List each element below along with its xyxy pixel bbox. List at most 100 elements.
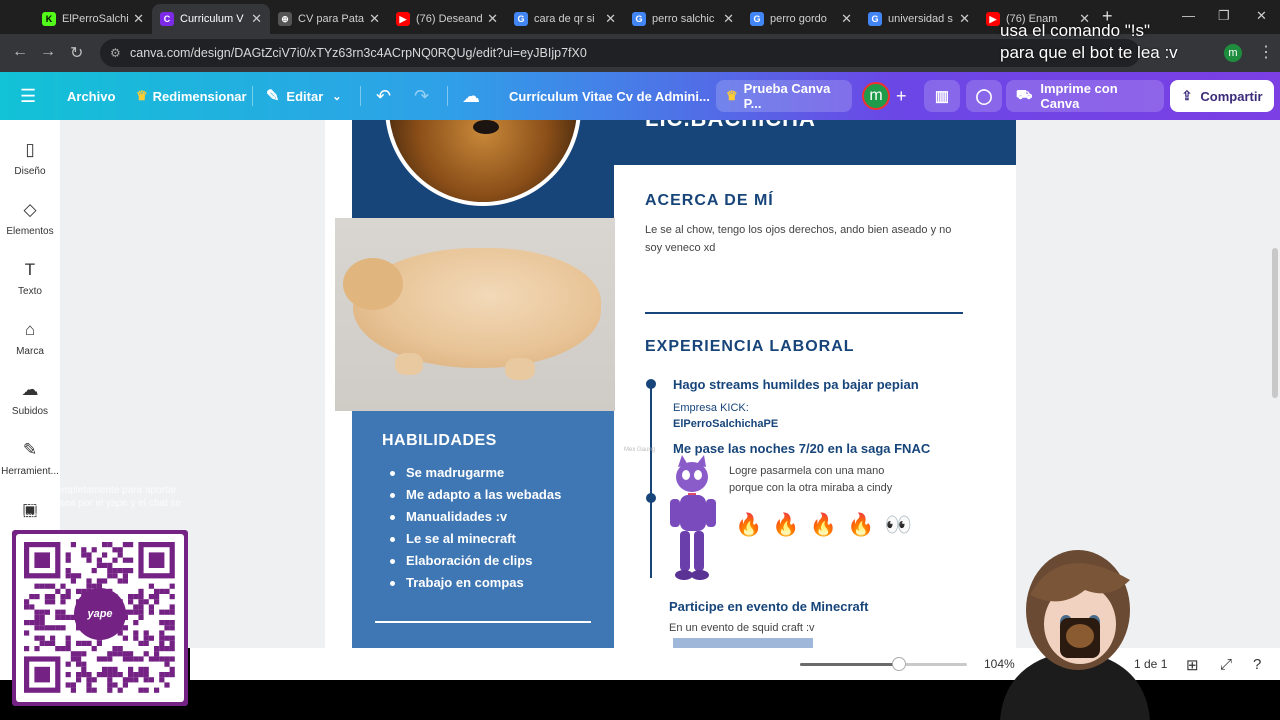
close-tab-icon[interactable]: ✕ bbox=[605, 11, 616, 27]
fire-emoji-row[interactable]: 🔥🔥🔥🔥👀 bbox=[735, 512, 922, 538]
qr-module bbox=[76, 656, 82, 662]
redo-icon[interactable]: ↷ bbox=[414, 72, 429, 120]
comment-icon[interactable]: ◯ bbox=[966, 80, 1002, 112]
browser-tab[interactable]: ▶ (76) Deseand ✕ bbox=[388, 4, 506, 34]
zoom-slider-handle[interactable] bbox=[891, 657, 906, 671]
qr-module bbox=[65, 552, 71, 558]
browser-tab[interactable]: K ElPerroSalchi ✕ bbox=[34, 4, 152, 34]
cv-name-heading[interactable]: LIC.BACHICHA bbox=[645, 120, 816, 132]
site-info-icon[interactable]: ⚙ bbox=[110, 39, 121, 67]
qr-module bbox=[65, 682, 71, 688]
hamburger-menu-icon[interactable]: ☰ bbox=[20, 72, 36, 120]
job-title[interactable]: Me pase las noches 7/20 en la saga FNAC bbox=[673, 441, 930, 456]
qr-module bbox=[65, 640, 71, 646]
back-icon[interactable]: ← bbox=[12, 43, 28, 61]
qr-module bbox=[24, 630, 30, 636]
qr-module bbox=[148, 604, 154, 610]
browser-tab[interactable]: G cara de qr si ✕ bbox=[506, 4, 624, 34]
kick-favicon-icon: K bbox=[42, 12, 56, 26]
share-button[interactable]: ⇪ Compartir bbox=[1170, 80, 1274, 112]
skills-heading[interactable]: HABILIDADES bbox=[382, 432, 497, 450]
sidebar-item-marca[interactable]: ⌂ Marca bbox=[0, 320, 60, 357]
close-tab-icon[interactable]: ✕ bbox=[959, 11, 970, 27]
close-window-icon[interactable]: ✕ bbox=[1256, 8, 1267, 24]
skills-list[interactable]: Se madrugarme Me adapto a las webadas Ma… bbox=[390, 462, 561, 594]
stream-command-overlay: usa el comando "!s" para que el bot te l… bbox=[1000, 20, 1178, 64]
minecraft-image[interactable] bbox=[673, 638, 813, 648]
qr-module bbox=[122, 568, 128, 574]
job-description[interactable]: Logre pasarmela con una mano porque con … bbox=[729, 463, 892, 497]
qr-module bbox=[60, 609, 66, 615]
collaborator-avatar[interactable]: m bbox=[862, 82, 890, 110]
archivo-button[interactable]: Archivo bbox=[67, 72, 115, 120]
job-title[interactable]: Participe en evento de Minecraft bbox=[669, 599, 868, 614]
job-company-label[interactable]: Empresa KICK: bbox=[673, 401, 749, 416]
qr-module bbox=[133, 620, 139, 626]
job-company[interactable]: ElPerroSalchichaPE bbox=[673, 417, 778, 432]
close-tab-icon[interactable]: ✕ bbox=[487, 11, 498, 27]
browser-tab[interactable]: ⊕ CV para Pata ✕ bbox=[270, 4, 388, 34]
qr-module bbox=[154, 646, 160, 652]
job-description[interactable]: En un evento de squid craft :v bbox=[669, 622, 815, 634]
sidebar-item-subidos[interactable]: ☁ Subidos bbox=[0, 380, 60, 417]
close-tab-icon[interactable]: ✕ bbox=[251, 11, 262, 27]
qr-module bbox=[96, 562, 102, 568]
editar-button[interactable]: ✎ Editar ⌄ bbox=[266, 72, 341, 120]
sidebar-item-diseno[interactable]: ▯ Diseño bbox=[0, 140, 60, 177]
about-heading[interactable]: ACERCA DE MÍ bbox=[645, 192, 774, 210]
cloud-saved-icon[interactable]: ☁ bbox=[462, 72, 480, 120]
redimensionar-button[interactable]: ♛ Redimensionar bbox=[136, 72, 247, 120]
grid-view-icon[interactable]: ⊞ bbox=[1186, 656, 1199, 674]
restore-icon[interactable]: ❐ bbox=[1218, 8, 1230, 24]
qr-module bbox=[29, 620, 35, 626]
browser-tab-active[interactable]: C Curriculum V ✕ bbox=[152, 4, 270, 34]
qr-module bbox=[70, 573, 76, 579]
browser-tab[interactable]: G universidad s ✕ bbox=[860, 4, 978, 34]
fullscreen-icon[interactable]: ⤢ bbox=[1220, 656, 1232, 673]
qr-module bbox=[122, 625, 128, 631]
undo-icon[interactable]: ↶ bbox=[376, 72, 391, 120]
canvas-scrollbar[interactable] bbox=[1272, 248, 1278, 398]
share-upload-icon: ⇪ bbox=[1181, 88, 1193, 103]
qr-module bbox=[117, 552, 123, 558]
qr-module bbox=[128, 568, 134, 574]
qr-module bbox=[143, 630, 149, 636]
profile-avatar[interactable]: m bbox=[1224, 44, 1242, 62]
qr-module bbox=[138, 609, 144, 615]
job-title[interactable]: Hago streams humildes pa bajar pepian bbox=[673, 377, 919, 392]
print-with-canva-button[interactable]: ⛟ Imprime con Canva bbox=[1006, 80, 1164, 112]
qr-module bbox=[70, 651, 76, 657]
minimize-icon[interactable]: — bbox=[1182, 8, 1195, 23]
close-tab-icon[interactable]: ✕ bbox=[841, 11, 852, 27]
close-tab-icon[interactable]: ✕ bbox=[723, 11, 734, 27]
close-tab-icon[interactable]: ✕ bbox=[369, 11, 380, 27]
browser-tab[interactable]: G perro gordo ✕ bbox=[742, 4, 860, 34]
experience-heading[interactable]: EXPERIENCIA LABORAL bbox=[645, 338, 855, 356]
help-icon[interactable]: ? bbox=[1253, 656, 1261, 673]
overlay-line: para que el bot te lea :v bbox=[1000, 43, 1178, 62]
fat-dog-photo[interactable] bbox=[335, 218, 615, 411]
qr-module bbox=[81, 666, 87, 672]
sidebar-item-elementos[interactable]: ◇ Elementos bbox=[0, 200, 60, 237]
forward-icon[interactable]: → bbox=[40, 43, 56, 61]
browser-menu-icon[interactable]: ⋮ bbox=[1258, 42, 1274, 62]
qr-module bbox=[44, 583, 50, 589]
sidebar-item-texto[interactable]: T Texto bbox=[0, 260, 60, 297]
sidebar-item-herramientas[interactable]: ✎ Herramient... bbox=[0, 440, 60, 477]
qr-module bbox=[60, 583, 66, 589]
insights-chart-icon[interactable]: ▥ bbox=[924, 80, 960, 112]
qr-module bbox=[164, 635, 170, 641]
canva-pro-trial-button[interactable]: ♛ Prueba Canva P... bbox=[716, 80, 852, 112]
qr-module bbox=[133, 635, 139, 641]
close-tab-icon[interactable]: ✕ bbox=[133, 11, 144, 27]
reload-icon[interactable]: ↻ bbox=[70, 43, 83, 63]
qr-module bbox=[117, 646, 123, 652]
document-title[interactable]: Currículum Vitae Cv de Admini... bbox=[509, 72, 710, 120]
purple-cat-character-sticker[interactable] bbox=[662, 455, 720, 581]
browser-tab[interactable]: G perro salchic ✕ bbox=[624, 4, 742, 34]
about-text[interactable]: Le se al chow, tengo los ojos derechos, … bbox=[645, 221, 970, 257]
qr-module bbox=[122, 578, 128, 584]
url-field[interactable]: ⚙ canva.com/design/DAGtZciV7i0/xTYz63rn3… bbox=[100, 39, 1140, 67]
qr-module bbox=[138, 656, 144, 662]
add-collaborator-icon[interactable]: + bbox=[896, 72, 907, 120]
